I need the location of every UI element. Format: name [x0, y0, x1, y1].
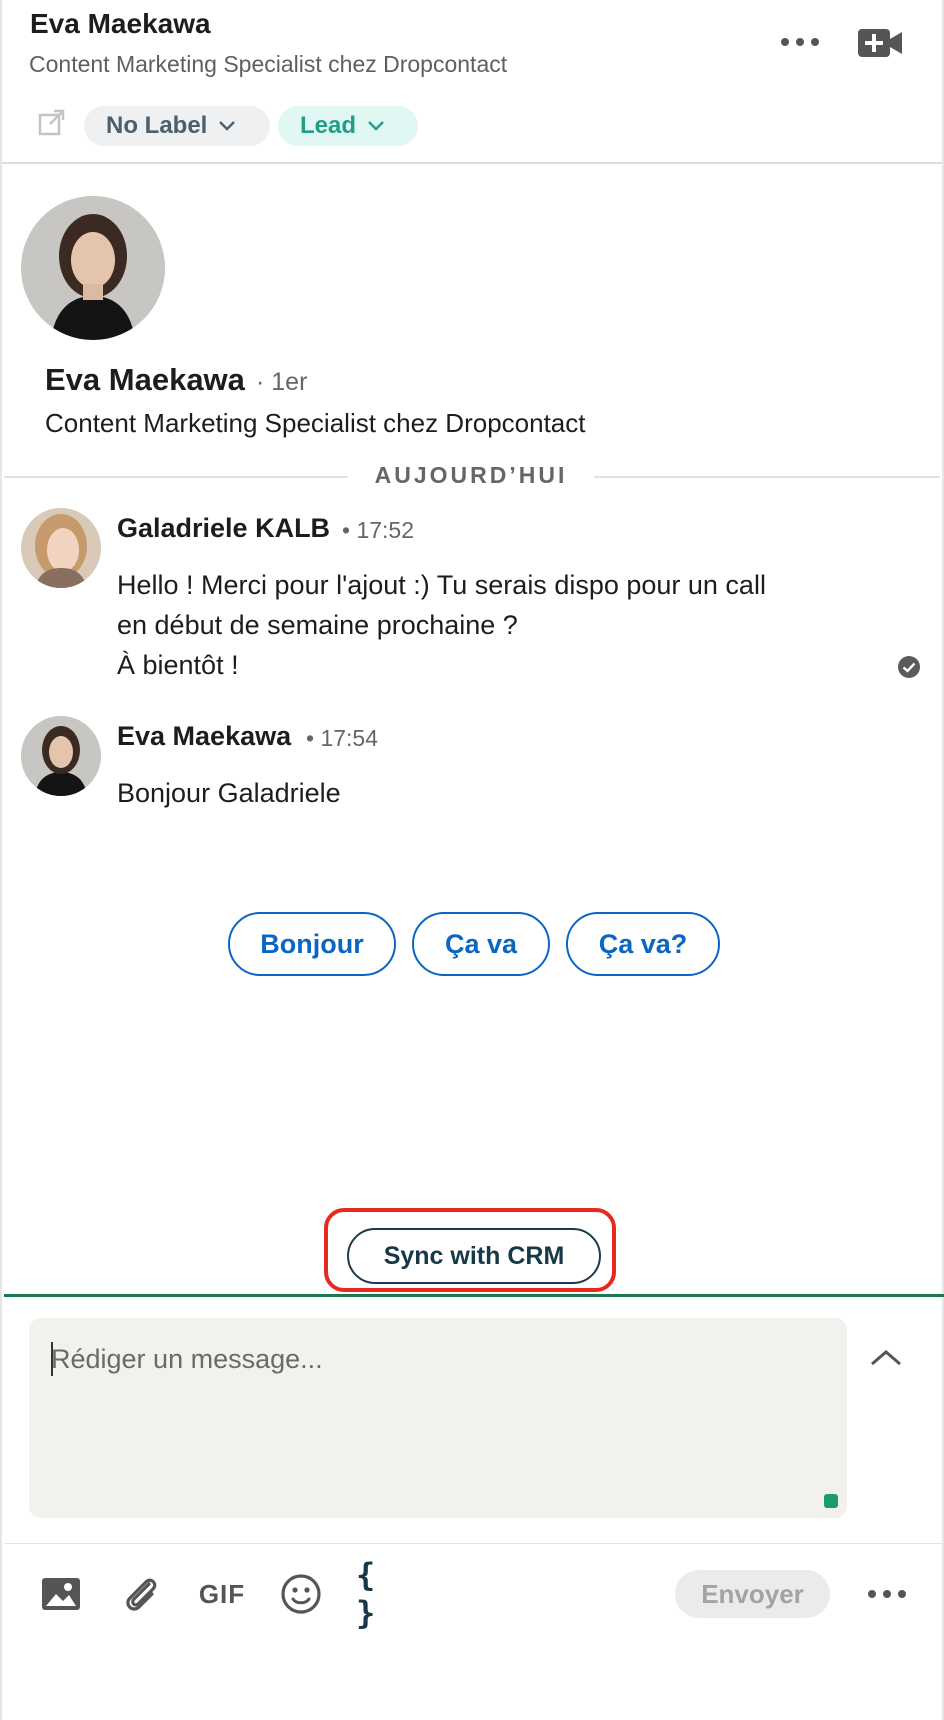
- message-avatar[interactable]: [21, 508, 101, 588]
- profile-avatar[interactable]: [21, 196, 165, 340]
- message-body: Hello ! Merci pour l'ajout :) Tu serais …: [117, 565, 766, 685]
- message-line: Bonjour Galadriele: [117, 778, 341, 808]
- more-options-icon[interactable]: [774, 24, 826, 60]
- message-author[interactable]: Eva Maekawa: [117, 721, 291, 752]
- external-link-icon[interactable]: [38, 108, 66, 136]
- sync-with-crm-button[interactable]: Sync with CRM: [347, 1228, 601, 1284]
- image-icon[interactable]: [38, 1570, 84, 1618]
- quick-reply-button[interactable]: Ça va?: [566, 912, 720, 976]
- connection-degree: · 1er: [256, 368, 308, 396]
- profile-name[interactable]: Eva Maekawa: [45, 362, 245, 398]
- message-body: Bonjour Galadriele: [117, 773, 341, 813]
- chevron-down-icon: [219, 121, 236, 131]
- message-time: • 17:54: [306, 725, 378, 751]
- attachment-icon[interactable]: [118, 1570, 164, 1618]
- message-avatar[interactable]: [21, 716, 101, 796]
- conversation-header: Eva Maekawa Content Marketing Specialist…: [2, 0, 942, 164]
- send-button[interactable]: Envoyer: [675, 1570, 830, 1618]
- message-line: Hello ! Merci pour l'ajout :) Tu serais …: [117, 570, 766, 600]
- profile-headline: Content Marketing Specialist chez Dropco…: [45, 408, 586, 438]
- read-receipt-icon: [898, 656, 920, 678]
- gif-icon[interactable]: GIF: [194, 1570, 250, 1618]
- more-options-icon[interactable]: [864, 1580, 910, 1608]
- toolbar-divider: [4, 1543, 944, 1544]
- day-divider-label: AUJOURD’HUI: [374, 462, 568, 488]
- status-dropdown-text: Lead: [300, 112, 357, 139]
- message-line: en début de semaine prochaine ?: [117, 610, 518, 640]
- label-dropdown[interactable]: No Label: [84, 106, 270, 146]
- quick-reply-button[interactable]: Ça va: [412, 912, 550, 976]
- message-author[interactable]: Galadriele KALB: [117, 513, 330, 544]
- chevron-down-icon: [368, 121, 384, 131]
- label-dropdown-text: No Label: [106, 112, 208, 139]
- composer-focus-line: [4, 1294, 944, 1297]
- resize-handle[interactable]: [824, 1494, 838, 1508]
- text-caret: [51, 1342, 53, 1376]
- quick-reply-button[interactable]: Bonjour: [228, 912, 396, 976]
- header-contact-headline: Content Marketing Specialist chez Dropco…: [29, 51, 508, 77]
- video-call-icon[interactable]: [858, 28, 902, 58]
- variables-icon[interactable]: { }: [356, 1556, 406, 1632]
- message-line: À bientôt !: [117, 650, 239, 680]
- emoji-icon[interactable]: [278, 1570, 324, 1618]
- messaging-panel: Eva Maekawa Content Marketing Specialist…: [0, 0, 944, 1720]
- chevron-up-icon[interactable]: [868, 1346, 904, 1370]
- header-contact-name[interactable]: Eva Maekawa: [30, 8, 211, 40]
- message-input[interactable]: [51, 1338, 811, 1380]
- message-time: • 17:52: [342, 517, 414, 543]
- status-dropdown[interactable]: Lead: [278, 106, 418, 146]
- divider-line: [4, 476, 348, 478]
- divider-line: [594, 476, 940, 478]
- message-composer[interactable]: [29, 1318, 847, 1518]
